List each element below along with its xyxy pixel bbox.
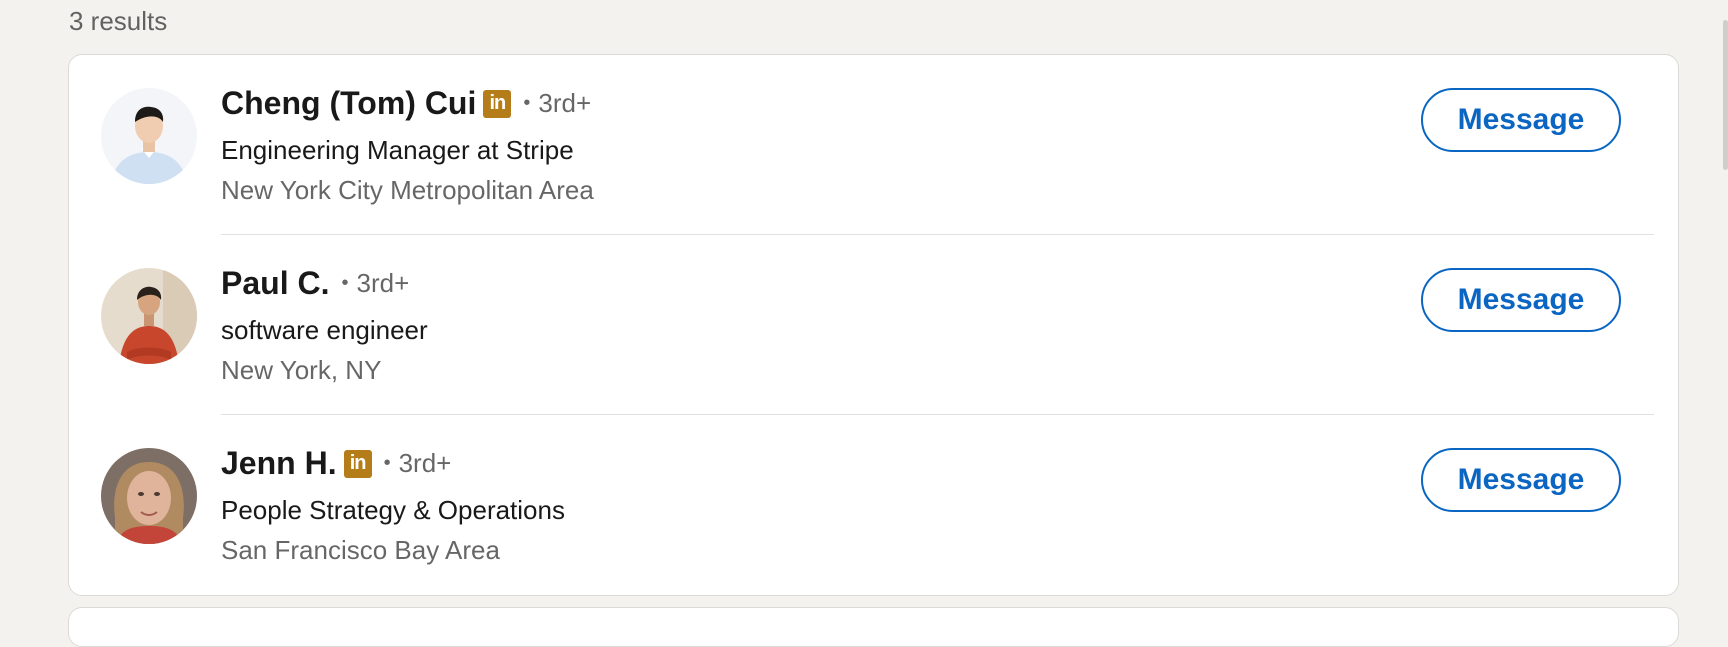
- avatar[interactable]: [101, 268, 197, 364]
- result-row: Cheng (Tom) Cui in • 3rd+ Engineering Ma…: [69, 55, 1678, 235]
- person-name[interactable]: Cheng (Tom) Cui: [221, 85, 476, 122]
- person-location: New York, NY: [221, 355, 382, 385]
- result-row: Jenn H. in • 3rd+ People Strategy & Oper…: [69, 415, 1678, 595]
- next-results-card: [68, 607, 1679, 647]
- person-name[interactable]: Jenn H.: [221, 445, 337, 482]
- name-line: Paul C. • 3rd+: [221, 265, 409, 302]
- person-location: San Francisco Bay Area: [221, 535, 500, 565]
- person-headline: People Strategy & Operations: [221, 495, 565, 525]
- avatar[interactable]: [101, 88, 197, 184]
- person-headline: Engineering Manager at Stripe: [221, 135, 574, 165]
- person-location: New York City Metropolitan Area: [221, 175, 594, 205]
- message-button[interactable]: Message: [1421, 88, 1621, 152]
- scrollbar-thumb[interactable]: [1723, 20, 1728, 170]
- separator-dot: •: [383, 452, 391, 474]
- name-line: Jenn H. in • 3rd+: [221, 445, 451, 482]
- connection-degree: 3rd+: [356, 268, 410, 298]
- message-button[interactable]: Message: [1421, 268, 1621, 332]
- avatar[interactable]: [101, 448, 197, 544]
- separator-dot: •: [341, 272, 349, 294]
- connection-degree: 3rd+: [398, 448, 452, 478]
- separator-dot: •: [523, 92, 531, 114]
- name-line: Cheng (Tom) Cui in • 3rd+: [221, 85, 591, 122]
- search-results-card: Cheng (Tom) Cui in • 3rd+ Engineering Ma…: [68, 54, 1679, 596]
- message-button[interactable]: Message: [1421, 448, 1621, 512]
- linkedin-premium-icon: in: [343, 449, 372, 478]
- connection-degree: 3rd+: [538, 88, 592, 118]
- result-row: Paul C. • 3rd+ software engineer New Yor…: [69, 235, 1678, 415]
- scrollbar[interactable]: [1722, 0, 1728, 618]
- person-headline: software engineer: [221, 315, 428, 345]
- results-count: 3 results: [69, 6, 168, 36]
- person-name[interactable]: Paul C.: [221, 265, 329, 302]
- linkedin-premium-icon: in: [483, 89, 512, 118]
